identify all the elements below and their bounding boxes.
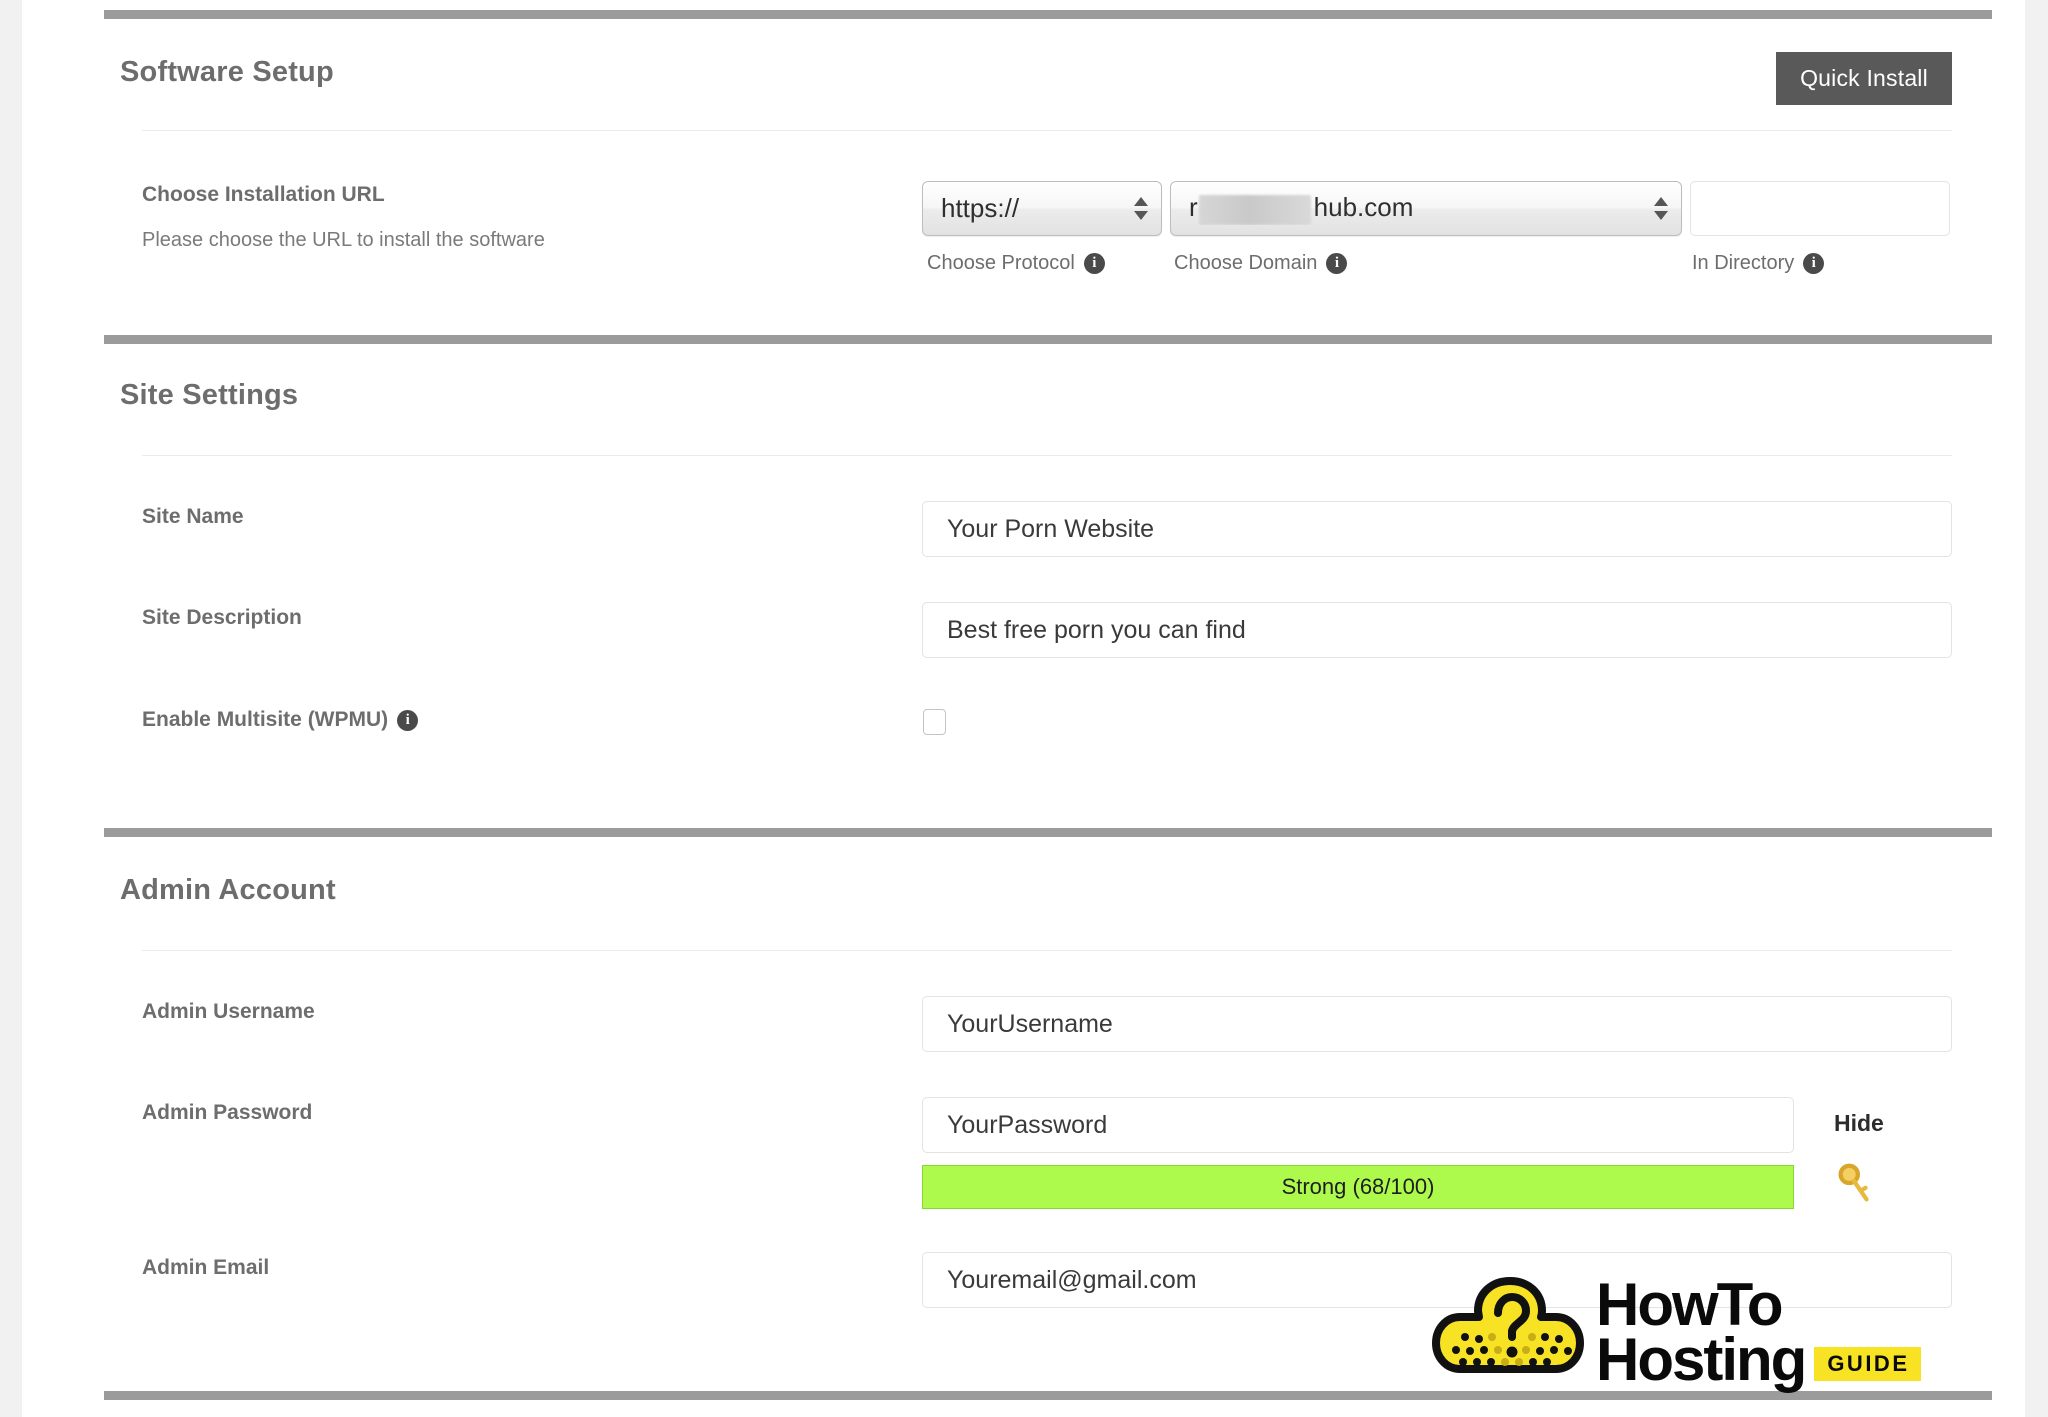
watermark-line2-row: Hosting GUIDE <box>1596 1326 1921 1393</box>
watermark-line2: Hosting <box>1596 1326 1807 1393</box>
admin-password-label: Admin Password <box>142 1101 313 1124</box>
watermark-wordmark: HowTo Hosting GUIDE <box>1596 1270 1921 1393</box>
info-icon[interactable]: i <box>1083 253 1105 274</box>
watermark-guide-badge: GUIDE <box>1814 1346 1921 1382</box>
section-divider-admin-account <box>104 828 1992 837</box>
section-divider-top <box>104 10 1992 19</box>
domain-select-value: r hub.com <box>1171 192 1414 225</box>
cloud-question-icon <box>1432 1277 1584 1373</box>
site-settings-title: Site Settings <box>120 379 299 411</box>
site-description-input[interactable] <box>922 602 1952 658</box>
site-name-input[interactable] <box>922 501 1952 557</box>
in-directory-input[interactable] <box>1690 181 1950 236</box>
admin-username-label: Admin Username <box>142 1000 315 1023</box>
software-setup-hairline <box>142 130 1952 131</box>
admin-username-input[interactable] <box>922 996 1952 1052</box>
site-description-label: Site Description <box>142 606 302 629</box>
enable-multisite-label-text: Enable Multisite (WPMU) <box>142 708 389 731</box>
info-icon[interactable]: i <box>1326 253 1348 274</box>
domain-caption-text: Choose Domain <box>1174 252 1318 274</box>
domain-redaction-block <box>1198 194 1311 225</box>
domain-prefix: r <box>1189 192 1198 223</box>
password-strength-bar: Strong (68/100) <box>922 1165 1794 1209</box>
install-url-sublabel: Please choose the URL to install the sof… <box>142 229 545 251</box>
chevron-updown-icon <box>1654 192 1668 226</box>
in-directory-caption-text: In Directory <box>1692 252 1795 274</box>
install-url-label: Choose Installation URL <box>142 183 385 206</box>
protocol-select[interactable]: https:// <box>922 181 1162 236</box>
enable-multisite-label: Enable Multisite (WPMU) i <box>142 708 419 732</box>
site-settings-hairline <box>142 455 1952 456</box>
site-name-label: Site Name <box>142 505 244 528</box>
key-icon[interactable] <box>1832 1160 1878 1206</box>
protocol-select-value: https:// <box>941 193 1020 223</box>
protocol-caption: Choose Protocol i <box>927 252 1105 275</box>
enable-multisite-checkbox[interactable] <box>923 709 946 735</box>
admin-email-label: Admin Email <box>142 1256 270 1279</box>
toggle-password-visibility-button[interactable]: Hide <box>1834 1110 1884 1137</box>
watermark-line1-row: HowTo <box>1596 1270 1921 1338</box>
installer-canvas: Software Setup Quick Install Choose Inst… <box>22 0 2025 1417</box>
protocol-caption-text: Choose Protocol <box>927 252 1075 274</box>
domain-suffix: hub.com <box>1313 192 1414 223</box>
page-background: Software Setup Quick Install Choose Inst… <box>0 0 2048 1417</box>
info-icon[interactable]: i <box>397 709 419 731</box>
chevron-updown-icon <box>1134 192 1148 226</box>
howtohosting-guide-watermark: HowTo Hosting GUIDE <box>1432 1268 2048 1396</box>
domain-select[interactable]: r hub.com <box>1170 181 1682 236</box>
info-icon[interactable]: i <box>1803 253 1825 274</box>
admin-account-hairline <box>142 950 1952 951</box>
software-setup-title: Software Setup <box>120 56 334 88</box>
section-divider-site-settings <box>104 335 1992 344</box>
admin-account-title: Admin Account <box>120 874 336 906</box>
quick-install-button[interactable]: Quick Install <box>1776 52 1952 105</box>
admin-password-input[interactable] <box>922 1097 1794 1153</box>
in-directory-caption: In Directory i <box>1692 252 1825 275</box>
watermark-line1: HowTo <box>1596 1270 1783 1338</box>
domain-caption: Choose Domain i <box>1174 252 1348 275</box>
